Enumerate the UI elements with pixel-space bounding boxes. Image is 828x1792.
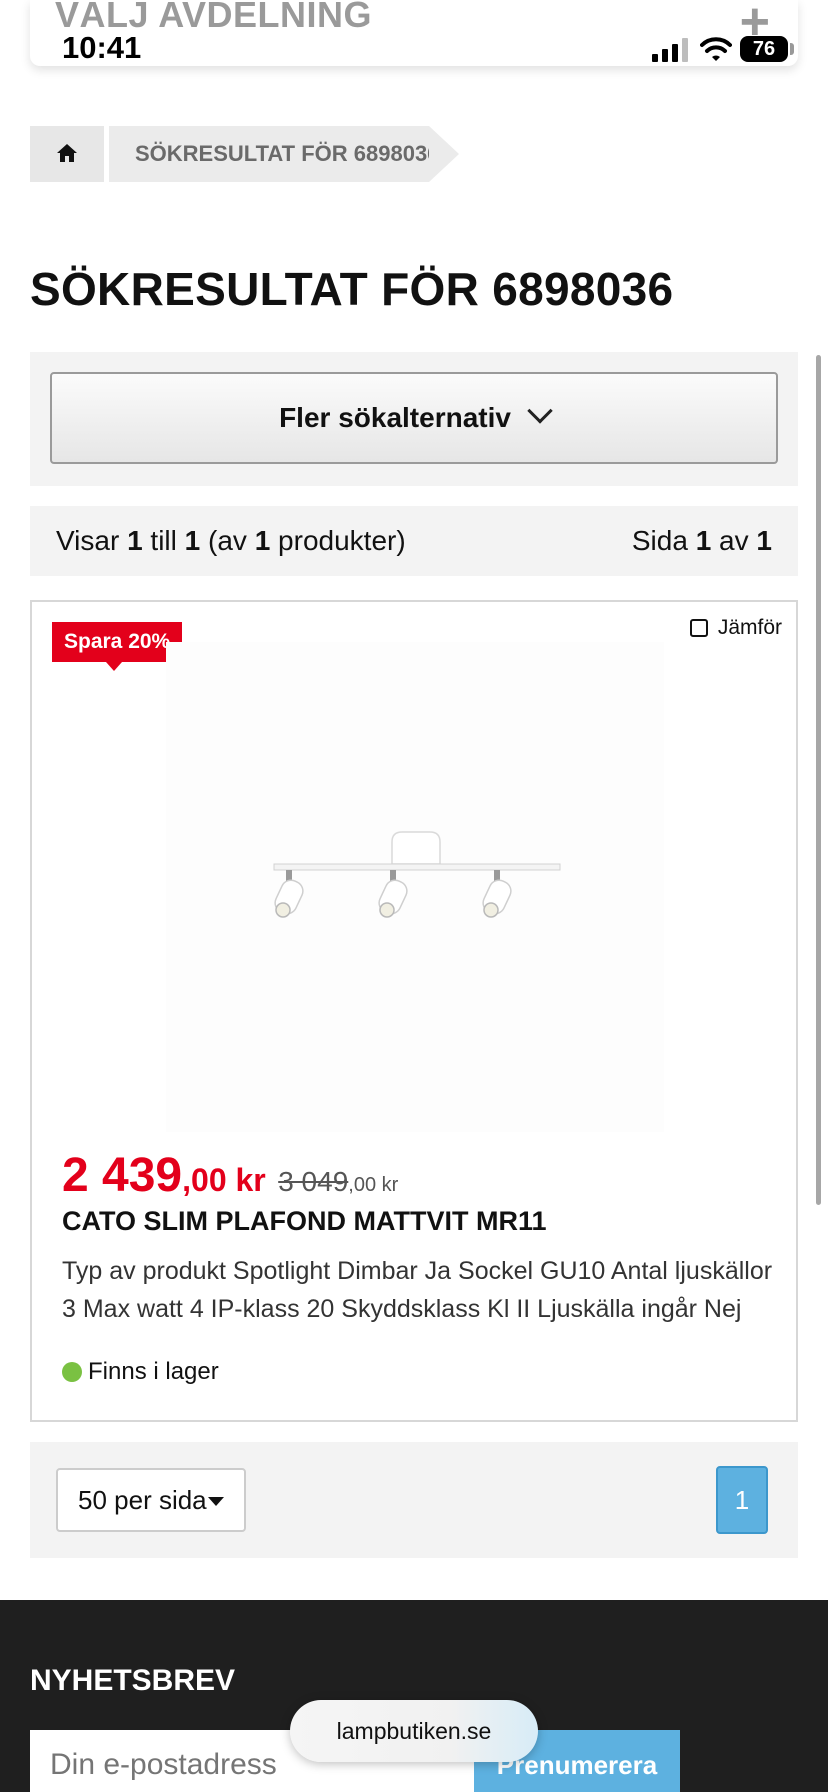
page-title: SÖKRESULTAT FÖR 6898036 [30,263,674,315]
chevron-down-icon [527,398,553,424]
pagination-panel: 50 per sida 1 [30,1442,798,1558]
breadcrumb-home[interactable] [30,126,104,182]
checkbox-icon[interactable] [689,619,708,637]
newsletter-title: NYHETSBREV [30,1664,236,1697]
showing-count: Visar 1 till 1 (av 1 produkter) [56,525,406,556]
price-original: 3 049 [278,1166,349,1197]
compare-label: Jämför [717,616,782,639]
in-stock-dot-icon [62,1362,82,1382]
page-scrollbar[interactable] [816,355,821,1205]
more-search-options-button[interactable]: Fler sökalternativ [50,372,778,464]
breadcrumb-current: SÖKRESULTAT FÖR 6898036 [109,126,439,182]
price-original-decimals: ,00 kr [348,1174,399,1196]
caret-down-icon [208,1497,224,1506]
breadcrumb-arrow [429,126,459,182]
compare-checkbox[interactable]: Jämför [689,616,782,640]
more-search-options-label: Fler sökalternativ [279,402,511,433]
battery-icon: 76 [740,36,788,62]
battery-tip [790,43,794,55]
browser-url-bar[interactable]: lampbutiken.se [290,1700,538,1762]
discount-badge: Spara 20% [52,622,183,671]
search-options-panel: Fler sökalternativ [30,352,798,486]
home-icon [57,144,77,162]
wifi-icon [700,37,732,61]
per-page-value: 50 per sida [78,1485,207,1515]
cellular-signal-icon [652,38,688,62]
product-card[interactable]: Spara 20% Jämför 2 439,00 kr 3 049,00 kr… [30,600,798,1422]
footer: NYHETSBREV Prenumerera [0,1600,828,1792]
price-current: 2 439 [62,1149,183,1202]
product-description: Typ av produkt Spotlight Dimbar Ja Socke… [62,1257,773,1323]
page-button-current[interactable]: 1 [716,1466,768,1534]
status-time: 10:41 [62,30,142,65]
product-name[interactable]: CATO SLIM PLAFOND MATTVIT MR11 [62,1206,547,1237]
stock-status-label: Finns i lager [88,1358,219,1385]
results-summary: Visar 1 till 1 (av 1 produkter) Sida 1 a… [30,506,798,576]
stock-status: Finns i lager [62,1358,219,1386]
price-row: 2 439,00 kr 3 049,00 kr [62,1148,398,1203]
page-indicator: Sida 1 av 1 [631,525,772,556]
product-image[interactable] [166,642,664,1132]
per-page-select[interactable]: 50 per sida [56,1468,246,1532]
price-current-decimals: ,00 kr [182,1162,266,1198]
